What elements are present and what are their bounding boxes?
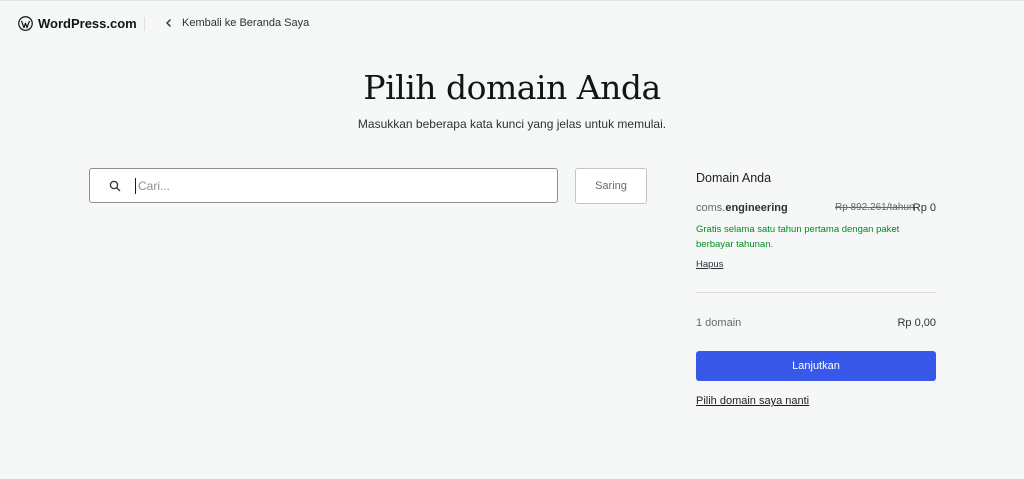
domain-tld: engineering [725,202,788,214]
search-input[interactable] [135,177,520,194]
selected-domain: coms.engineering [696,202,788,214]
page-title: Pilih domain Anda [363,68,661,107]
continue-button[interactable]: Lanjutkan [696,351,936,381]
remove-domain-link[interactable]: Hapus [696,259,723,270]
page-subtitle: Masukkan beberapa kata kunci yang jelas … [357,117,667,131]
logo-text: WordPress.com [38,16,137,31]
cart-title: Domain Anda [696,171,772,185]
original-price: Rp 892.261/tahun [835,202,915,213]
choose-domain-later-link[interactable]: Pilih domain saya nanti [696,395,809,407]
cart-total: Rp 0,00 [897,317,936,329]
domain-prefix: coms. [696,202,726,214]
domain-search-box[interactable] [89,168,558,203]
wordpress-logo[interactable]: WordPress.com [18,16,137,31]
promo-text: Gratis selama satu tahun pertama dengan … [696,224,900,250]
domain-count: 1 domain [696,317,742,329]
search-icon [109,180,121,192]
wordpress-logo-icon [18,16,33,31]
chevron-left-icon [164,18,174,28]
top-bar: WordPress.com Kembali ke Beranda Saya [0,0,1024,47]
back-to-home-link[interactable]: Kembali ke Beranda Saya [164,17,309,29]
header-divider [144,17,145,31]
cart-divider [696,292,936,293]
current-price: Rp 0 [912,202,936,214]
back-label: Kembali ke Beranda Saya [182,17,310,29]
filter-button[interactable]: Saring [575,168,647,204]
